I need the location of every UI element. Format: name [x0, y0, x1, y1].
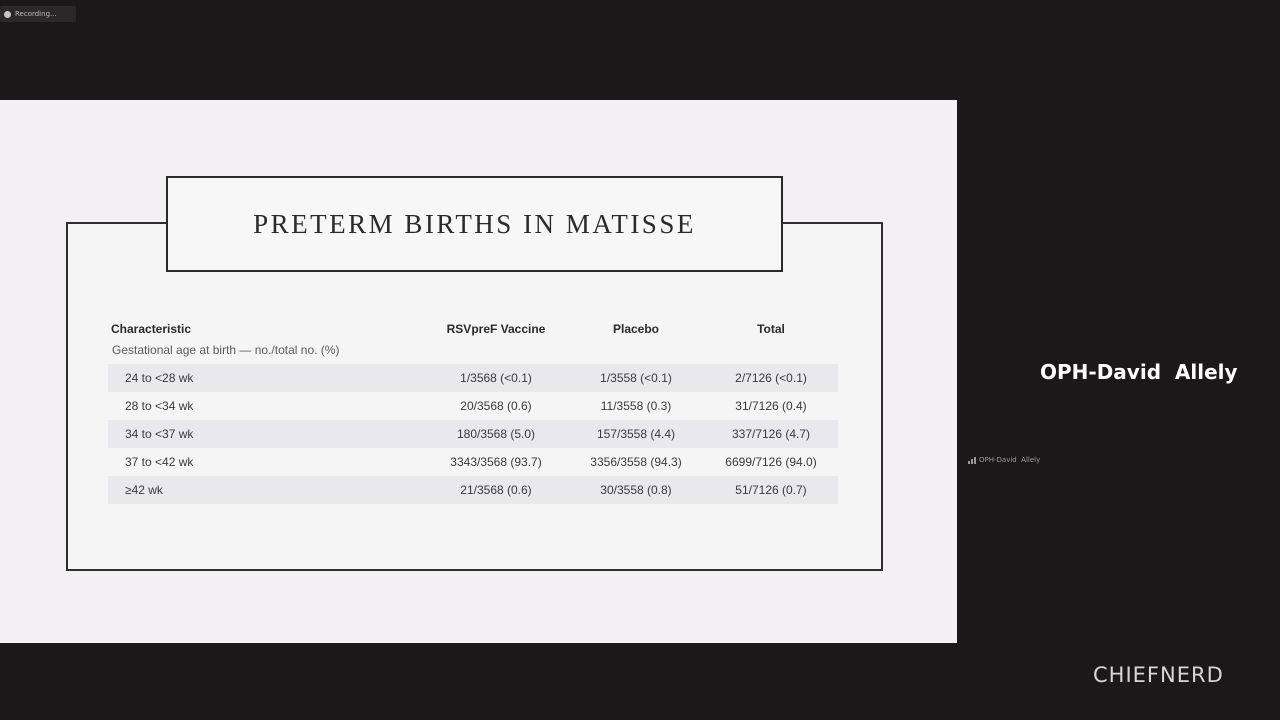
slide-title: PRETERM BIRTHS IN MATISSE [253, 208, 696, 239]
cell-vaccine: 21/3568 (0.6) [460, 483, 532, 497]
cell-total: 31/7126 (0.4) [735, 399, 807, 413]
table-row: 37 to <42 wk 3343/3568 (93.7) 3356/3558 … [108, 448, 838, 476]
slide-title-box: PRETERM BIRTHS IN MATISSE [166, 176, 783, 272]
watermark-logo: CHIEFNERD [1093, 663, 1224, 687]
table-row: ≥42 wk 21/3568 (0.6) 30/3558 (0.8) 51/71… [108, 476, 838, 504]
signal-bars-icon [968, 456, 976, 464]
recording-label: Recording... [15, 10, 57, 18]
header-vaccine: RSVpreF Vaccine [446, 322, 546, 336]
cell-total: 51/7126 (0.7) [735, 483, 807, 497]
header-characteristic: Characteristic [111, 322, 192, 336]
cell-placebo: 11/3558 (0.3) [600, 399, 672, 413]
table-header-row: Characteristic RSVpreF Vaccine Placebo T… [108, 318, 838, 340]
cell-vaccine: 3343/3568 (93.7) [450, 455, 542, 469]
row-label: 28 to <34 wk [125, 399, 194, 413]
table-subheader: Gestational age at birth — no./total no.… [112, 343, 340, 357]
row-label: ≥42 wk [125, 483, 163, 497]
cell-placebo: 30/3558 (0.8) [600, 483, 672, 497]
preterm-table: Characteristic RSVpreF Vaccine Placebo T… [108, 318, 838, 504]
row-label: 34 to <37 wk [125, 427, 194, 441]
shared-slide: PRETERM BIRTHS IN MATISSE Characteristic… [0, 100, 957, 643]
table-row: 34 to <37 wk 180/3568 (5.0) 157/3558 (4.… [108, 420, 838, 448]
header-total: Total [757, 322, 785, 336]
recording-icon [4, 10, 11, 18]
header-placebo: Placebo [612, 322, 660, 336]
cell-total: 337/7126 (4.7) [731, 427, 811, 441]
cell-total: 6699/7126 (94.0) [725, 455, 817, 469]
cell-placebo: 1/3558 (<0.1) [600, 371, 672, 385]
recording-badge[interactable]: Recording... [0, 6, 76, 22]
active-speaker-name: OPH-David Allely [1040, 360, 1238, 384]
row-label: 24 to <28 wk [125, 371, 194, 385]
cell-total: 2/7126 (<0.1) [735, 371, 807, 385]
meeting-stage: Recording... PRETERM BIRTHS IN MATISSE C… [0, 0, 1280, 720]
table-row: 28 to <34 wk 20/3568 (0.6) 11/3558 (0.3)… [108, 392, 838, 420]
participant-thumbnail-label[interactable]: OPH-David Allely [968, 456, 1040, 464]
cell-vaccine: 180/3568 (5.0) [456, 427, 536, 441]
thumbnail-name: OPH-David Allely [979, 456, 1041, 464]
cell-vaccine: 20/3568 (0.6) [460, 399, 532, 413]
cell-placebo: 157/3558 (4.4) [596, 427, 676, 441]
cell-placebo: 3356/3558 (94.3) [590, 455, 682, 469]
cell-vaccine: 1/3568 (<0.1) [460, 371, 532, 385]
row-label: 37 to <42 wk [125, 455, 194, 469]
table-row: 24 to <28 wk 1/3568 (<0.1) 1/3558 (<0.1)… [108, 364, 838, 392]
